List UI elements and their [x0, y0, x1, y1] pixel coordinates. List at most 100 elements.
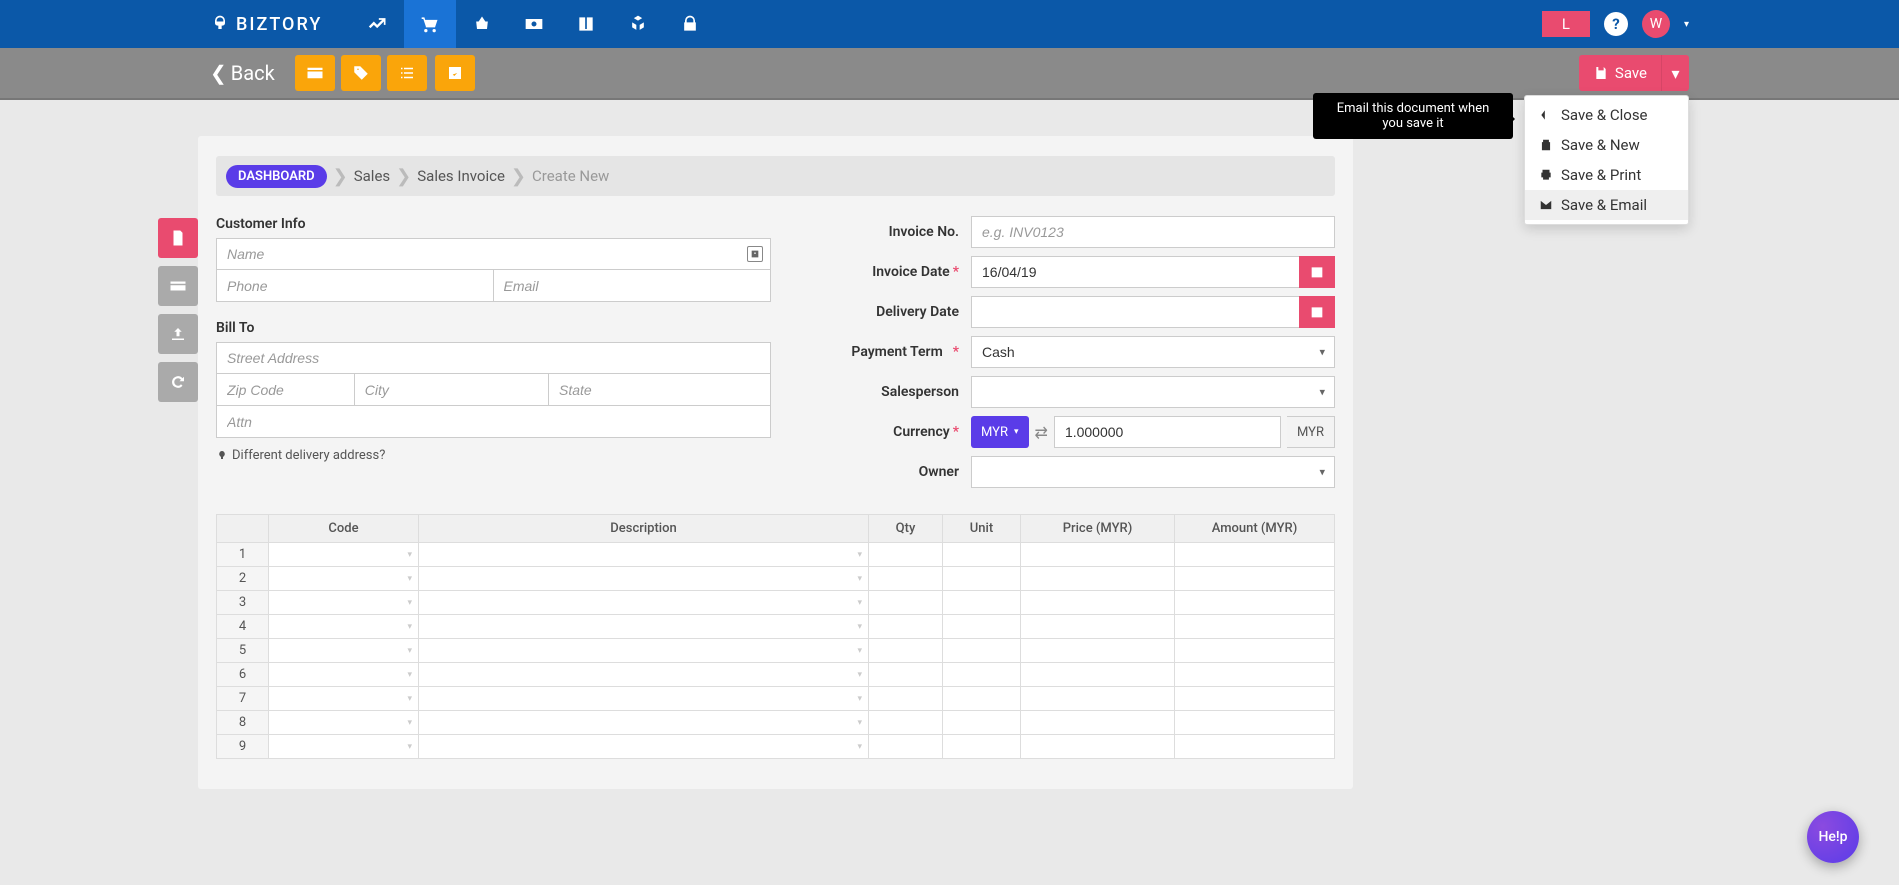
unit-cell[interactable] — [943, 615, 1021, 639]
save-and-email[interactable]: Save & Email — [1525, 190, 1688, 220]
unit-cell[interactable] — [943, 567, 1021, 591]
save-and-close[interactable]: Save & Close — [1525, 100, 1688, 130]
tab-refresh[interactable] — [158, 362, 198, 402]
qty-cell[interactable] — [869, 543, 943, 567]
unit-cell[interactable] — [943, 543, 1021, 567]
qty-cell[interactable] — [869, 639, 943, 663]
qty-cell[interactable] — [869, 711, 943, 735]
tab-payment[interactable] — [158, 266, 198, 306]
brand-logo[interactable]: BIZTORY — [210, 14, 322, 35]
zip-input[interactable] — [216, 374, 355, 406]
price-cell[interactable] — [1021, 687, 1175, 711]
invoice-date-picker[interactable] — [1299, 256, 1335, 288]
code-cell[interactable] — [269, 567, 419, 591]
invoice-no-input[interactable] — [971, 216, 1335, 248]
boxes-icon[interactable] — [612, 0, 664, 48]
save-and-print[interactable]: Save & Print — [1525, 160, 1688, 190]
price-cell[interactable] — [1021, 567, 1175, 591]
cash-icon[interactable] — [508, 0, 560, 48]
unit-cell[interactable] — [943, 663, 1021, 687]
desc-cell[interactable] — [419, 639, 869, 663]
customer-phone-input[interactable] — [216, 270, 494, 302]
desc-cell[interactable] — [419, 591, 869, 615]
desc-cell[interactable] — [419, 615, 869, 639]
lock-icon[interactable] — [664, 0, 716, 48]
currency-rate-input[interactable] — [1054, 416, 1281, 448]
plan-badge[interactable]: L — [1542, 11, 1590, 37]
currency-button[interactable]: MYR — [971, 416, 1029, 448]
desc-cell[interactable] — [419, 543, 869, 567]
back-button[interactable]: ❮ Back — [210, 61, 275, 85]
desc-cell[interactable] — [419, 711, 869, 735]
tag-icon-button[interactable] — [341, 55, 381, 91]
card-icon-button[interactable] — [295, 55, 335, 91]
qty-cell[interactable] — [869, 663, 943, 687]
price-cell[interactable] — [1021, 639, 1175, 663]
code-cell[interactable] — [269, 687, 419, 711]
different-delivery-link[interactable]: Different delivery address? — [216, 448, 771, 463]
desc-cell[interactable] — [419, 687, 869, 711]
price-cell[interactable] — [1021, 711, 1175, 735]
code-cell[interactable] — [269, 663, 419, 687]
customer-email-input[interactable] — [494, 270, 772, 302]
save-item-label: Save & Print — [1561, 166, 1641, 184]
unit-cell[interactable] — [943, 687, 1021, 711]
code-cell[interactable] — [269, 711, 419, 735]
items-table: Code Description Qty Unit Price (MYR) Am… — [216, 514, 1335, 759]
owner-select[interactable] — [971, 456, 1335, 488]
calendar-check-icon-button[interactable] — [435, 55, 475, 91]
unit-cell[interactable] — [943, 711, 1021, 735]
code-cell[interactable] — [269, 639, 419, 663]
help-bubble[interactable]: He!p — [1807, 811, 1859, 863]
desc-cell[interactable] — [419, 735, 869, 759]
unit-cell[interactable] — [943, 591, 1021, 615]
breadcrumb-sales-invoice[interactable]: Sales Invoice — [417, 167, 505, 185]
qty-cell[interactable] — [869, 567, 943, 591]
table-row: 5 — [217, 639, 1335, 663]
price-cell[interactable] — [1021, 543, 1175, 567]
nav-icons — [352, 0, 716, 48]
list-icon-button[interactable] — [387, 55, 427, 91]
basket-icon[interactable] — [456, 0, 508, 48]
book-icon[interactable] — [560, 0, 612, 48]
breadcrumb-dashboard[interactable]: DASHBOARD — [226, 165, 327, 188]
breadcrumb-sales[interactable]: Sales — [354, 167, 390, 185]
contact-card-icon[interactable] — [747, 246, 763, 262]
customer-name-input[interactable] — [216, 238, 771, 270]
price-cell[interactable] — [1021, 663, 1175, 687]
delivery-date-picker[interactable] — [1299, 296, 1335, 328]
help-icon[interactable]: ? — [1604, 12, 1628, 36]
state-input[interactable] — [549, 374, 771, 406]
attn-input[interactable] — [216, 406, 771, 438]
chart-line-icon[interactable] — [352, 0, 404, 48]
city-input[interactable] — [355, 374, 549, 406]
save-and-new[interactable]: Save & New — [1525, 130, 1688, 160]
qty-cell[interactable] — [869, 735, 943, 759]
price-cell[interactable] — [1021, 615, 1175, 639]
qty-cell[interactable] — [869, 687, 943, 711]
payment-term-select[interactable]: Cash — [971, 336, 1335, 368]
code-cell[interactable] — [269, 735, 419, 759]
desc-cell[interactable] — [419, 567, 869, 591]
unit-cell[interactable] — [943, 639, 1021, 663]
user-menu-caret[interactable]: ▾ — [1684, 19, 1689, 30]
code-cell[interactable] — [269, 615, 419, 639]
cart-icon[interactable] — [404, 0, 456, 48]
qty-cell[interactable] — [869, 615, 943, 639]
delivery-date-input[interactable] — [971, 296, 1335, 328]
invoice-date-input[interactable] — [971, 256, 1335, 288]
user-avatar[interactable]: W — [1642, 10, 1670, 38]
save-button[interactable]: Save — [1579, 55, 1661, 91]
desc-cell[interactable] — [419, 663, 869, 687]
qty-cell[interactable] — [869, 591, 943, 615]
code-cell[interactable] — [269, 591, 419, 615]
save-caret[interactable]: ▾ — [1661, 55, 1689, 91]
code-cell[interactable] — [269, 543, 419, 567]
tab-upload[interactable] — [158, 314, 198, 354]
unit-cell[interactable] — [943, 735, 1021, 759]
price-cell[interactable] — [1021, 591, 1175, 615]
salesperson-select[interactable] — [971, 376, 1335, 408]
price-cell[interactable] — [1021, 735, 1175, 759]
tab-document[interactable] — [158, 218, 198, 258]
street-input[interactable] — [216, 342, 771, 374]
